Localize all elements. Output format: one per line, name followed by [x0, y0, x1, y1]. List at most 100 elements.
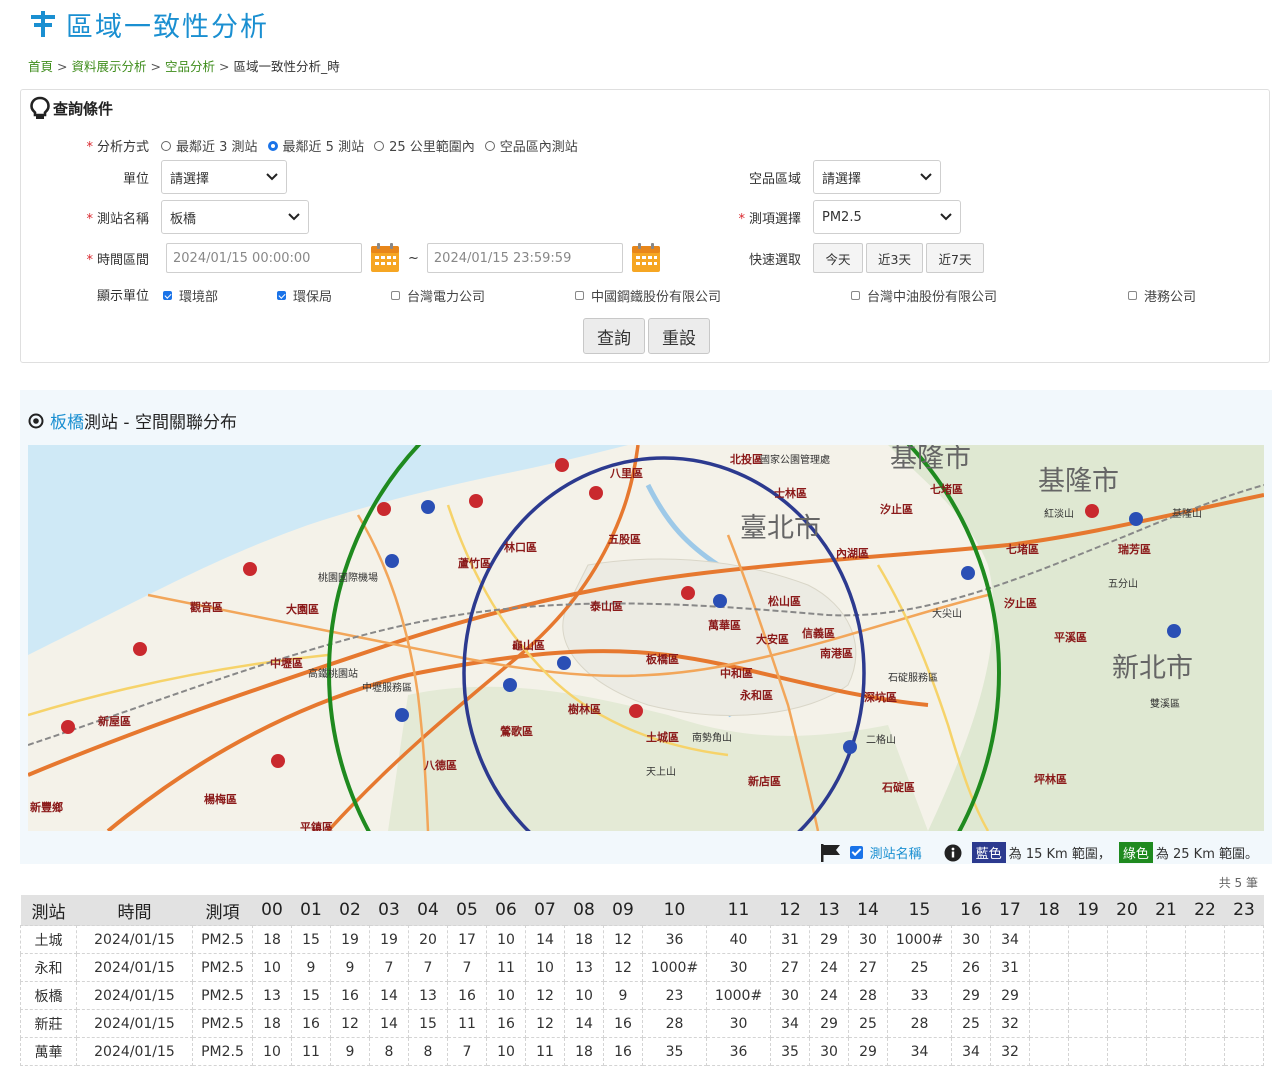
table-cell: [1029, 925, 1069, 954]
table-cell: [1185, 925, 1225, 954]
table-cell: 8: [369, 1037, 409, 1066]
map-label: 七堵區: [1006, 542, 1039, 556]
table-cell: PM2.5: [192, 1037, 253, 1066]
table-cell: 2024/01/15: [76, 1009, 193, 1038]
map-label-poi: 國家公園管理處: [760, 453, 830, 466]
table-cell: [1068, 1037, 1108, 1066]
table-cell: [1029, 1037, 1069, 1066]
route-shield-icon: [843, 740, 857, 754]
map-station-name[interactable]: 板橋: [50, 408, 84, 433]
table-cell: 14: [369, 981, 409, 1010]
checkbox-icon: [851, 291, 860, 300]
table-cell: [1029, 1009, 1069, 1038]
map-label: 內湖區: [836, 546, 869, 560]
table-cell: [1029, 953, 1069, 982]
table-cell: 9: [330, 1037, 370, 1066]
method-option-25km[interactable]: 25 公里範圍內: [374, 136, 475, 155]
breadcrumb-current: 區域一致性分析_時: [233, 59, 340, 74]
map-label: 龜山區: [512, 638, 545, 652]
table-cell: [1068, 953, 1108, 982]
map-label-poi: 石碇服務區: [888, 671, 938, 684]
table-cell: 2024/01/15: [76, 925, 193, 954]
table-header-cell: 15: [887, 895, 952, 926]
map-label: 北投區: [730, 452, 763, 466]
breadcrumb-air-analysis[interactable]: 空品分析: [165, 59, 215, 74]
analysis-icon: [31, 11, 55, 37]
map-label: 石碇區: [881, 780, 915, 794]
map-label-poi: 高鐵桃園站: [308, 667, 358, 680]
table-header-cell: 02: [330, 895, 370, 926]
unit-checkbox-taipower[interactable]: 台灣電力公司: [391, 286, 485, 305]
unit-checkbox-moenv[interactable]: 環境部: [163, 286, 218, 305]
method-option-5-stations[interactable]: 最鄰近 5 測站: [267, 136, 364, 155]
table-cell: [1224, 953, 1264, 982]
air-zone-row: 空品區域 請選擇: [721, 160, 941, 194]
table-cell: 34: [770, 1009, 810, 1038]
table-cell: PM2.5: [192, 1009, 253, 1038]
table-cell: 34: [951, 1037, 991, 1066]
method-option-3-stations[interactable]: 最鄰近 3 測站: [161, 136, 258, 155]
table-cell: [1068, 981, 1108, 1010]
calendar-icon[interactable]: [370, 243, 400, 273]
map-section: 板橋 測站 - 空間關聯分布 臺北市 新北市 基隆市 基隆市 八里區 五股區 林…: [20, 390, 1272, 864]
table-cell: 板橋: [20, 981, 77, 1010]
table-cell: 1000#: [642, 953, 707, 982]
map-label: 大園區: [286, 602, 319, 616]
map-label: 樹林區: [568, 702, 601, 716]
table-cell: 40: [706, 925, 771, 954]
station-label: 測站名稱: [96, 211, 149, 227]
unit-checkbox-csc[interactable]: 中國鋼鐵股份有限公司: [575, 286, 721, 305]
item-select[interactable]: PM2.5: [813, 200, 961, 234]
table-cell: 34: [887, 1037, 952, 1066]
start-date-input[interactable]: 2024/01/15 00:00:00: [166, 243, 362, 273]
unit-checkbox-cpc[interactable]: 台灣中油股份有限公司: [851, 286, 997, 305]
quick-3days-button[interactable]: 近3天: [866, 243, 923, 273]
period-row: * 時間區間 2024/01/15 00:00:00 ~ 2024/01/15 2…: [21, 243, 661, 273]
table-cell: 30: [951, 925, 991, 954]
table-header-cell: 03: [369, 895, 409, 926]
table-header-cell: 測站: [20, 895, 77, 926]
method-option-air-zone[interactable]: 空品區內測站: [484, 136, 578, 155]
air-zone-select[interactable]: 請選擇: [813, 160, 941, 194]
unit-select[interactable]: 請選擇: [161, 160, 287, 194]
table-row: 萬華 2024/01/15 PM2.5 10 11 9 8 8 7 10 11 18 16 35 36 35 3…: [20, 1037, 1264, 1066]
map-canvas[interactable]: 臺北市 新北市 基隆市 基隆市 八里區 五股區 林口區 蘆竹區 泰山區 龜山區 …: [28, 445, 1264, 831]
table-row: 新莊 2024/01/15 PM2.5 18 16 12 14 15 11 16 12 14 16 28 3…: [20, 1009, 1264, 1038]
breadcrumb-home[interactable]: 首頁: [28, 59, 53, 74]
table-cell: 29: [990, 981, 1030, 1010]
unit-checkbox-epb[interactable]: 環保局: [277, 286, 332, 305]
station-name-checkbox[interactable]: [849, 846, 863, 859]
reset-button[interactable]: 重設: [648, 318, 710, 354]
lightbulb-icon: [30, 96, 50, 119]
table-cell: 35: [770, 1037, 810, 1066]
map-label-poi: 基隆山: [1172, 507, 1202, 520]
page-title: 區域一致性分析: [28, 6, 269, 43]
table-cell: 34: [990, 925, 1030, 954]
table-cell: 17: [447, 925, 487, 954]
table-cell: 11: [291, 1037, 331, 1066]
table-row: 永和 2024/01/15 PM2.5 10 9 9 7 7 7 11 10 13 12 1000# 30 2…: [20, 953, 1264, 982]
end-date-input[interactable]: 2024/01/15 23:59:59: [426, 243, 623, 273]
map-label: 中壢區: [270, 656, 303, 670]
station-select[interactable]: 板橋: [161, 200, 309, 234]
data-table: 測站 時間 測項 00 01 02 03 04 05 06 07 08 09 10 11 12 13 14 15 16…: [20, 895, 1264, 1066]
route-shield-icon: [629, 704, 643, 718]
table-cell: 29: [848, 1037, 888, 1066]
calendar-icon[interactable]: [631, 243, 661, 273]
route-shield-icon: [469, 494, 483, 508]
quick-7days-button[interactable]: 近7天: [926, 243, 984, 273]
quick-today-button[interactable]: 今天: [813, 243, 863, 273]
unit-checkbox-port[interactable]: 港務公司: [1128, 286, 1196, 305]
table-cell: [1146, 1037, 1186, 1066]
table-cell: 8: [408, 1037, 448, 1066]
submit-button[interactable]: 查詢: [583, 318, 645, 354]
chevron-down-icon: [920, 173, 932, 181]
table-cell: 36: [642, 925, 707, 954]
route-shield-icon: [243, 562, 257, 576]
item-label: 測項選擇: [748, 211, 801, 227]
table-cell: 10: [486, 981, 526, 1010]
station-name-toggle[interactable]: 測站名稱: [870, 843, 922, 862]
breadcrumb-data-display[interactable]: 資料展示分析: [72, 59, 147, 74]
map-label: 坪林區: [1034, 772, 1067, 786]
map-view[interactable]: 臺北市 新北市 基隆市 基隆市 八里區 五股區 林口區 蘆竹區 泰山區 龜山區 …: [28, 445, 1264, 831]
